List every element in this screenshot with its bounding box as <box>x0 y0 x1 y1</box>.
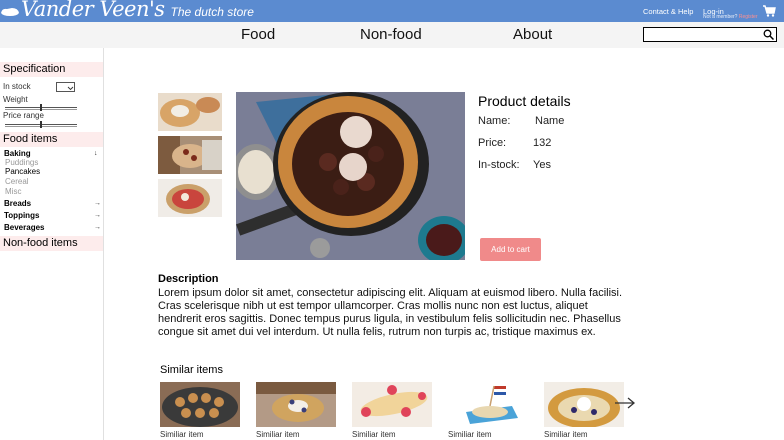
price-value: 132 <box>533 137 552 149</box>
thumbnail-image <box>158 179 222 217</box>
similar-item[interactable] <box>448 382 528 427</box>
in-stock-dropdown[interactable] <box>56 82 75 92</box>
contact-help-link[interactable]: Contact & Help <box>643 7 693 16</box>
weight-label: Weight <box>3 95 28 104</box>
chevron-right-icon[interactable]: → <box>94 200 101 207</box>
non-food-items-heading[interactable]: Non-food items <box>0 236 103 251</box>
product-image <box>236 92 465 260</box>
chevron-down-icon[interactable]: ↓ <box>94 150 98 157</box>
similar-item-image <box>544 382 624 427</box>
name-label: Name: <box>478 115 511 127</box>
in-stock-label: In stock <box>3 82 31 91</box>
weight-slider[interactable] <box>5 104 77 111</box>
stock-value: Yes <box>533 159 551 171</box>
top-bar: Vander Veen's The dutch store Contact & … <box>0 0 784 22</box>
subcategory-puddings[interactable]: Puddings <box>5 158 38 167</box>
price-slider-handle[interactable] <box>40 121 42 128</box>
category-toppings[interactable]: Toppings <box>4 211 39 220</box>
product-thumbnail[interactable] <box>158 136 222 174</box>
main-nav: Food Non-food About <box>0 22 784 48</box>
thumbnail-image <box>158 136 222 174</box>
cart-icon[interactable] <box>762 4 776 18</box>
stock-label: In-stock: <box>478 159 520 171</box>
product-thumbnail[interactable] <box>158 93 222 131</box>
search-icon[interactable] <box>763 29 774 40</box>
chevron-right-icon[interactable]: → <box>94 212 101 219</box>
nav-about[interactable]: About <box>513 26 552 43</box>
similar-item-image <box>256 382 336 427</box>
description-title: Description <box>158 273 219 285</box>
similar-item-image <box>352 382 432 427</box>
category-baking[interactable]: Baking <box>4 149 31 158</box>
similar-item-caption[interactable]: Similiar item <box>544 430 588 439</box>
sidebar: Specification In stock Weight Price rang… <box>0 48 104 440</box>
nav-food[interactable]: Food <box>241 26 275 43</box>
food-items-heading[interactable]: Food items <box>0 132 103 147</box>
subcategory-cereal[interactable]: Cereal <box>5 177 29 186</box>
search-input[interactable] <box>643 27 777 42</box>
product-thumbnail[interactable] <box>158 179 222 217</box>
category-beverages[interactable]: Beverages <box>4 223 44 232</box>
similar-items-title: Similar items <box>160 364 223 376</box>
similar-item-caption[interactable]: Similiar item <box>448 430 492 439</box>
category-breads[interactable]: Breads <box>4 199 31 208</box>
price-range-label: Price range <box>3 111 44 120</box>
similar-item[interactable] <box>544 382 624 427</box>
product-photo <box>236 92 465 260</box>
weight-slider-handle[interactable] <box>40 104 42 111</box>
similar-item-caption[interactable]: Similiar item <box>160 430 204 439</box>
nav-non-food[interactable]: Non-food <box>360 26 422 43</box>
price-label: Price: <box>478 137 507 149</box>
name-value: Name <box>535 115 565 127</box>
subcategory-pancakes[interactable]: Pancakes <box>5 167 40 176</box>
specification-heading: Specification <box>0 62 103 77</box>
description-body: Lorem ipsum dolor sit amet, consectetur … <box>158 287 623 338</box>
similar-item-image <box>448 382 528 427</box>
product-details-title: Product details <box>478 93 571 109</box>
similar-item-caption[interactable]: Similiar item <box>256 430 300 439</box>
similar-item-image <box>160 382 240 427</box>
price-range-slider[interactable] <box>5 121 77 128</box>
chevron-right-icon[interactable]: → <box>94 224 101 231</box>
arrow-right-icon[interactable] <box>614 396 636 410</box>
brand-name: Vander Veen's <box>21 0 165 21</box>
thumbnail-image <box>158 93 222 131</box>
member-text: Not a member? Register <box>703 14 757 20</box>
tagline: The dutch store <box>170 5 254 19</box>
member-prefix: Not a member? <box>703 14 739 20</box>
logo[interactable]: Vander Veen's The dutch store <box>0 0 254 21</box>
similar-item[interactable] <box>160 382 240 427</box>
similar-item-caption[interactable]: Similiar item <box>352 430 396 439</box>
clog-icon <box>1 8 19 16</box>
similar-item[interactable] <box>256 382 336 427</box>
subcategory-misc[interactable]: Misc <box>5 187 21 196</box>
similar-item[interactable] <box>352 382 432 427</box>
chevron-down-icon <box>67 86 74 91</box>
register-link[interactable]: Register <box>739 14 758 20</box>
add-to-cart-button[interactable]: Add to cart <box>480 238 541 261</box>
